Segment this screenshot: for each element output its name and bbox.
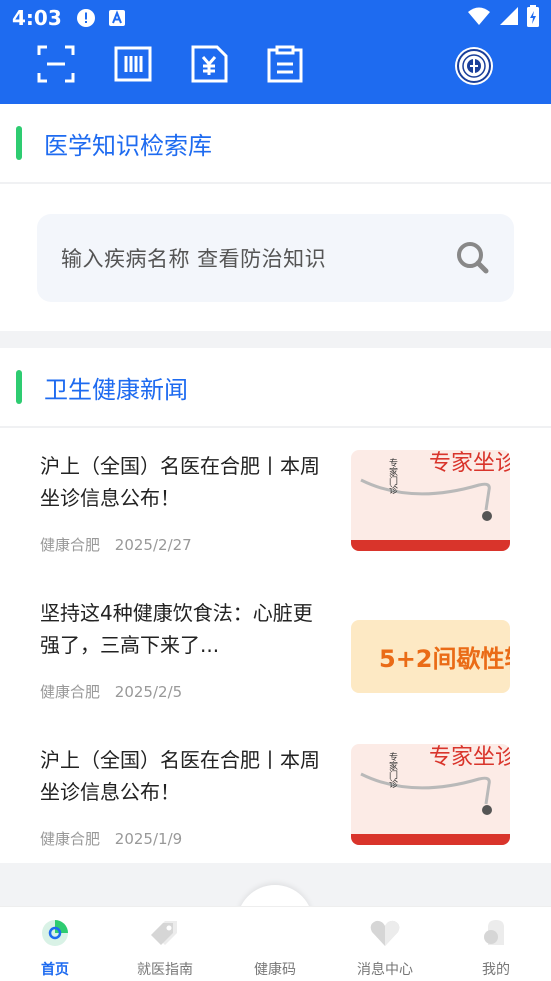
thumb-big-text: 专家坐诊	[429, 450, 510, 475]
heart-icon	[370, 920, 400, 946]
news-source: 健康合肥	[40, 683, 101, 701]
profile-icon	[484, 920, 504, 945]
news-date: 2025/2/27	[114, 536, 192, 554]
news-meta: 健康合肥 2025/1/9	[40, 828, 192, 849]
section-header: 卫生健康新闻	[0, 348, 551, 428]
search-placeholder: 输入疾病名称 查看防治知识	[61, 247, 327, 271]
hospital-logo	[455, 47, 493, 85]
report-clipboard-button[interactable]	[265, 44, 305, 84]
hospital-emblem-icon	[457, 49, 491, 83]
nav-guide[interactable]: 就医指南	[110, 915, 220, 979]
nav-label: 健康码	[254, 962, 296, 978]
news-title: 沪上（全国）名医在合肥丨本周坐诊信息公布！	[40, 454, 320, 510]
thumb-text: 5+2间歇性轻断食	[379, 645, 510, 673]
payment-bill-button[interactable]	[189, 44, 229, 84]
status-time: 4:03	[12, 6, 62, 30]
clipboard-icon	[267, 45, 303, 83]
status-bar: 4:03	[0, 0, 551, 36]
section-accent-bar	[16, 370, 22, 404]
app-notification-icon	[108, 9, 126, 27]
health-news-card: 卫生健康新闻 沪上（全国）名医在合肥丨本周坐诊信息公布！ 健康合肥 2025/2…	[0, 348, 551, 863]
news-title: 坚持这4种健康饮食法：心脏更强了，三高下来了...	[40, 601, 313, 657]
guide-tag-icon	[151, 921, 177, 945]
news-thumbnail: 5+2间歇性轻断食	[351, 620, 510, 693]
news-source: 健康合肥	[40, 830, 101, 848]
thumb-side-text: 专家门诊	[388, 751, 398, 789]
news-item[interactable]: 沪上（全国）名医在合肥丨本周坐诊信息公布！ 健康合肥 2025/1/9 专家坐诊…	[0, 722, 551, 869]
section-title: 卫生健康新闻	[44, 375, 188, 404]
alert-icon	[76, 8, 96, 28]
yuan-bill-icon	[191, 45, 228, 83]
barcode-card-button[interactable]	[113, 44, 153, 84]
news-date: 2025/2/5	[114, 683, 183, 701]
nav-label: 首页	[41, 962, 69, 978]
barcode-card-icon	[114, 46, 152, 82]
battery-icon	[527, 5, 539, 31]
nav-home[interactable]: 首页	[0, 915, 110, 979]
news-thumbnail: 专家坐诊 专家门诊	[351, 744, 510, 845]
home-icon	[42, 920, 68, 946]
scan-icon	[37, 45, 75, 83]
nav-label: 就医指南	[137, 962, 193, 978]
nav-health-code[interactable]: 健康码	[220, 915, 330, 979]
section-accent-bar	[16, 126, 22, 160]
news-item[interactable]: 坚持这4种健康饮食法：心脏更强了，三高下来了... 健康合肥 2025/2/5 …	[0, 575, 551, 722]
nav-profile[interactable]: 我的	[441, 915, 551, 979]
thumb-side-text: 专家门诊	[388, 457, 398, 495]
wifi-icon	[467, 6, 491, 30]
search-icon[interactable]	[456, 241, 490, 275]
thumb-big-text: 专家坐诊	[429, 744, 510, 769]
news-source: 健康合肥	[40, 536, 101, 554]
news-meta: 健康合肥 2025/2/27	[40, 534, 202, 555]
scan-button[interactable]	[36, 44, 76, 84]
bottom-nav: 首页 就医指南 健康码 消息中心 我的	[0, 906, 551, 981]
nav-label: 我的	[482, 962, 510, 978]
nav-label: 消息中心	[357, 962, 413, 978]
news-title: 沪上（全国）名医在合肥丨本周坐诊信息公布！	[40, 748, 320, 804]
knowledge-search-card: 医学知识检索库 输入疾病名称 查看防治知识	[0, 104, 551, 331]
quick-toolbar	[0, 44, 551, 90]
app-header: 4:03	[0, 0, 551, 104]
news-item[interactable]: 沪上（全国）名医在合肥丨本周坐诊信息公布！ 健康合肥 2025/2/27 专家坐…	[0, 428, 551, 575]
nav-messages[interactable]: 消息中心	[330, 915, 440, 979]
section-title: 医学知识检索库	[44, 131, 212, 160]
signal-icon	[499, 6, 519, 30]
search-input[interactable]: 输入疾病名称 查看防治知识	[37, 214, 514, 302]
section-header: 医学知识检索库	[0, 104, 551, 184]
news-date: 2025/1/9	[114, 830, 183, 848]
news-meta: 健康合肥 2025/2/5	[40, 681, 192, 702]
news-thumbnail: 专家坐诊 专家门诊	[351, 450, 510, 551]
